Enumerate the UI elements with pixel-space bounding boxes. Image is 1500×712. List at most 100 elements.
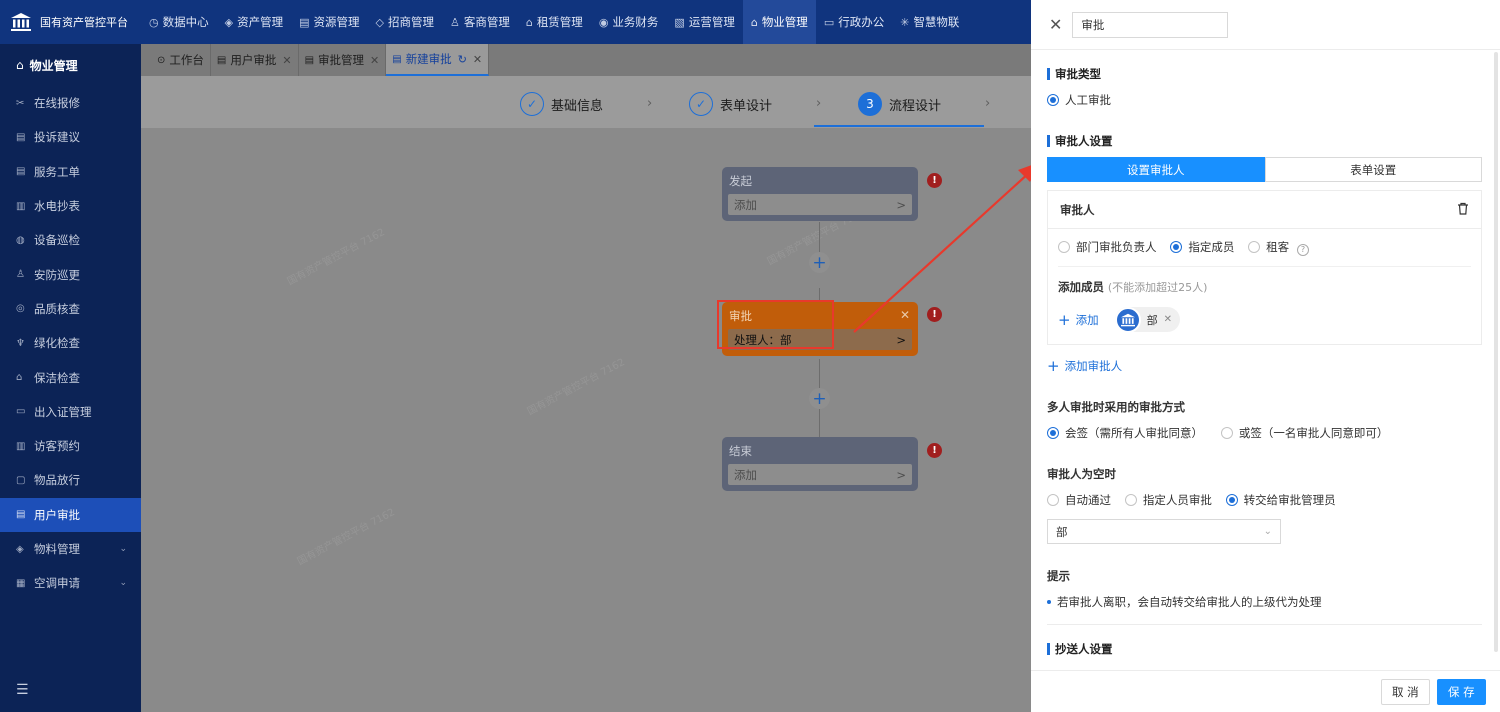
radio-transfer-admin[interactable]: 转交给审批管理员 xyxy=(1225,492,1336,508)
home-icon: ⌂ xyxy=(16,372,23,384)
document-icon: ▤ xyxy=(216,54,227,66)
add-approver-row: + 添加审批人 xyxy=(1047,357,1482,375)
segment-set-approver[interactable]: 设置审批人 xyxy=(1047,157,1265,182)
nav-item-admin[interactable]: ▭ 行政办公 xyxy=(816,0,892,44)
admin-select[interactable]: 部 ⌄ xyxy=(1047,519,1281,544)
meter-icon: ▥ xyxy=(16,200,26,212)
chevron-right-icon: > xyxy=(896,332,906,347)
node-body-text: 添加 xyxy=(734,467,757,482)
collapse-menu-icon[interactable]: ☰ xyxy=(16,682,29,698)
sidebar-item-work-orders[interactable]: ▤ 服务工单 xyxy=(0,155,141,189)
help-icon[interactable]: ? xyxy=(1296,243,1309,256)
nav-label: 物业管理 xyxy=(761,15,808,29)
step-form-design[interactable]: ✓ 表单设计 xyxy=(689,92,772,116)
document-icon: ▤ xyxy=(16,509,26,521)
tab-approval-management[interactable]: ▤ 审批管理 ✕ xyxy=(299,44,387,76)
nav-item-resource[interactable]: ▤ 资源管理 xyxy=(291,0,367,44)
sidebar-item-materials[interactable]: ◈ 物料管理 ⌄ xyxy=(0,532,141,566)
step-label: 流程设计 xyxy=(889,98,942,114)
sidebar-item-user-approval[interactable]: ▤ 用户审批 xyxy=(0,497,141,532)
node-body[interactable]: 添加 > xyxy=(728,464,912,485)
close-icon[interactable]: ✕ xyxy=(370,54,379,67)
finance-icon: ◉ xyxy=(598,15,609,29)
nav-label: 数据中心 xyxy=(162,15,209,29)
home-icon: ⌂ xyxy=(525,15,533,29)
nav-item-operations[interactable]: ▧ 运营管理 xyxy=(666,0,742,44)
add-approver-button[interactable]: + 添加审批人 xyxy=(1047,357,1122,375)
nav-item-asset[interactable]: ◈ 资产管理 xyxy=(217,0,291,44)
approver-settings-title: 审批人设置 xyxy=(1047,135,1482,147)
sidebar-item-meter-reading[interactable]: ▥ 水电抄表 xyxy=(0,189,141,223)
node-name-input[interactable] xyxy=(1072,11,1229,38)
sidebar-item-visitor[interactable]: ▥ 访客预约 xyxy=(0,429,141,463)
document-icon: ▤ xyxy=(304,54,315,66)
radio-countersign[interactable]: 会签（需所有人审批同意） xyxy=(1047,425,1203,441)
flow-node-end[interactable]: 结束 添加 > xyxy=(722,437,918,491)
approver-card-title: 审批人 xyxy=(1060,202,1095,217)
radio-dept-head[interactable]: 部门审批负责人 xyxy=(1058,239,1157,255)
nav-item-property[interactable]: ⌂ 物业管理 xyxy=(742,0,816,44)
add-node-button[interactable]: + xyxy=(809,252,830,273)
approver-card: 审批人 部门审批负责人 指定成员 租客 ? 添加成员 (不能添加超过25人) +… xyxy=(1047,190,1482,345)
close-icon[interactable]: ✕ xyxy=(1049,15,1062,34)
step-basic-info[interactable]: ✓ 基础信息 xyxy=(520,92,603,116)
dashboard-icon: ◷ xyxy=(149,15,159,29)
nav-item-iot[interactable]: ✳ 智慧物联 xyxy=(892,0,967,44)
tip-title: 提示 xyxy=(1047,569,1070,583)
tab-new-approval[interactable]: ▤ 新建审批 ↻ ✕ xyxy=(386,44,490,76)
node-body[interactable]: 添加 > xyxy=(728,194,912,215)
sidebar-item-complaints[interactable]: ▤ 投诉建议 xyxy=(0,120,141,154)
sidebar-item-cleaning[interactable]: ⌂ 保洁检查 xyxy=(0,360,141,394)
sidebar-item-aircon[interactable]: ▦ 空调申请 ⌄ xyxy=(0,566,141,600)
scrollbar[interactable] xyxy=(1494,52,1498,652)
radio-auto-pass[interactable]: 自动通过 xyxy=(1047,492,1111,508)
chevron-right-icon: > xyxy=(896,197,906,212)
cc-settings-title: 抄送人设置 xyxy=(1047,643,1482,655)
sidebar-item-greening[interactable]: ♆ 绿化检查 xyxy=(0,326,141,360)
resource-icon: ▤ xyxy=(299,15,310,29)
segment-form-settings[interactable]: 表单设置 xyxy=(1264,157,1482,182)
nav-item-lease[interactable]: ⌂ 租赁管理 xyxy=(518,0,591,44)
nav-item-merchant[interactable]: ♙ 客商管理 xyxy=(442,0,518,44)
close-icon[interactable]: ✕ xyxy=(900,308,910,322)
save-button[interactable]: 保 存 xyxy=(1437,679,1486,705)
sidebar-item-repair[interactable]: ✂ 在线报修 xyxy=(0,86,141,120)
trash-icon[interactable] xyxy=(1457,202,1469,218)
radio-manual-approval[interactable]: 人工审批 xyxy=(1047,92,1111,108)
tab-workbench[interactable]: ⊙ 工作台 xyxy=(151,44,211,76)
sidebar-item-security-patrol[interactable]: ♙ 安防巡更 xyxy=(0,257,141,291)
sidebar-item-label: 投诉建议 xyxy=(34,130,80,145)
radio-specified-person[interactable]: 指定人员审批 xyxy=(1124,492,1212,508)
document-icon: ▤ xyxy=(16,131,26,143)
remove-icon[interactable]: ✕ xyxy=(1164,314,1172,325)
sidebar-item-equipment-inspection[interactable]: ◍ 设备巡检 xyxy=(0,223,141,257)
sidebar-item-goods-release[interactable]: ▢ 物品放行 xyxy=(0,463,141,497)
sidebar-item-access-pass[interactable]: ▭ 出入证管理 xyxy=(0,395,141,429)
tab-user-approval[interactable]: ▤ 用户审批 ✕ xyxy=(211,44,299,76)
sidebar-item-quality-check[interactable]: ◎ 品质核查 xyxy=(0,292,141,326)
app-brand[interactable]: 国有资产管控平台 xyxy=(0,0,141,44)
aircon-icon: ▦ xyxy=(16,577,26,589)
nav-item-investment[interactable]: ◇ 招商管理 xyxy=(367,0,441,44)
cancel-button[interactable]: 取 消 xyxy=(1381,679,1430,705)
close-icon[interactable]: ✕ xyxy=(473,53,482,66)
calendar-icon: ▥ xyxy=(16,440,26,452)
radio-or-sign[interactable]: 或签（一名审批人同意即可） xyxy=(1220,425,1388,441)
add-member-button[interactable]: + 添加 xyxy=(1058,311,1099,329)
refresh-icon[interactable]: ↻ xyxy=(458,53,467,66)
plus-icon: + xyxy=(1058,310,1071,329)
member-chip[interactable]: 部 ✕ xyxy=(1114,306,1180,333)
sidebar-header[interactable]: ⌂ 物业管理 xyxy=(0,44,141,86)
nav-label: 运营管理 xyxy=(688,15,735,29)
plus-icon: + xyxy=(1047,357,1060,375)
add-node-button[interactable]: + xyxy=(809,388,830,409)
close-icon[interactable]: ✕ xyxy=(282,54,291,67)
nav-label: 资产管理 xyxy=(237,15,284,29)
nav-item-data-center[interactable]: ◷ 数据中心 xyxy=(141,0,217,44)
bullet-icon xyxy=(1047,600,1051,604)
radio-specified-member[interactable]: 指定成员 xyxy=(1170,239,1234,255)
nav-item-finance[interactable]: ◉ 业务财务 xyxy=(591,0,667,44)
radio-tenant[interactable]: 租客 xyxy=(1248,239,1289,255)
step-flow-design[interactable]: 3 流程设计 xyxy=(858,92,941,116)
flow-node-start[interactable]: 发起 添加 > xyxy=(722,167,918,221)
